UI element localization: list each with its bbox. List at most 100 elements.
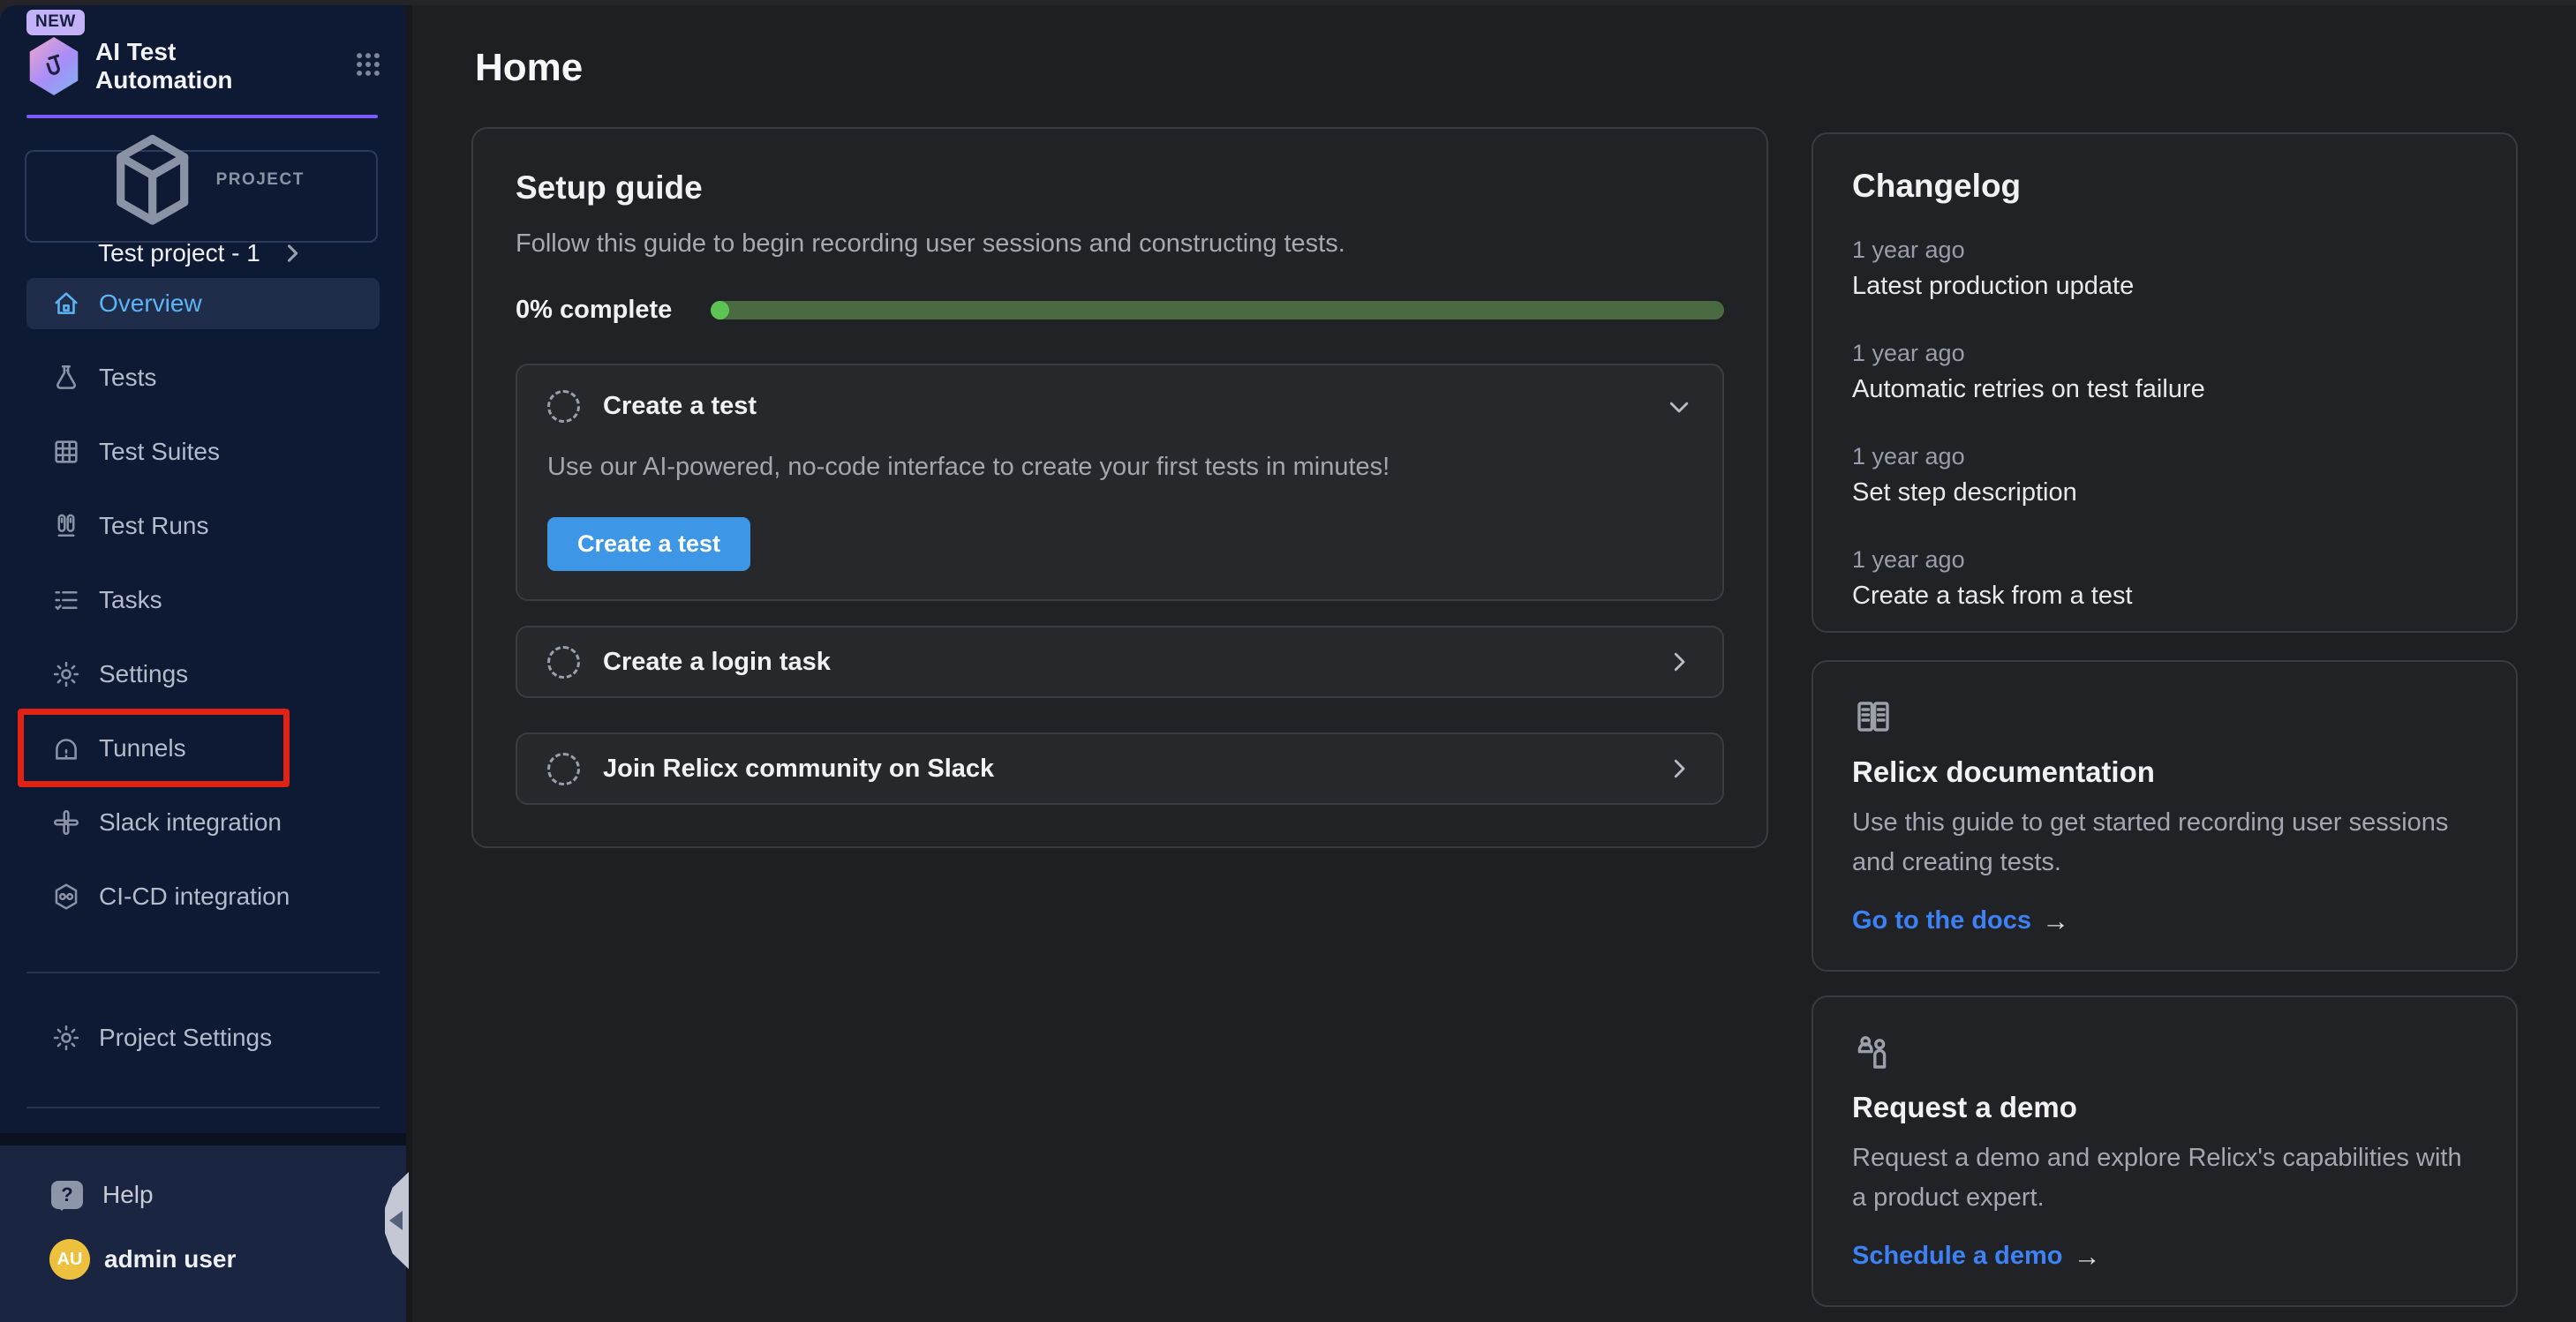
changelog-card: Changelog 1 year ago Latest production u…: [1811, 132, 2518, 633]
progress-bar: [711, 301, 1724, 319]
app-logo-icon: [26, 37, 81, 95]
sidebar-divider: [26, 972, 380, 973]
brand-title: AI Test Automation: [95, 38, 281, 95]
help-icon: ?: [51, 1181, 83, 1209]
demo-card-title: Request a demo: [1852, 1091, 2477, 1124]
sidebar-item-label: Test Suites: [99, 438, 220, 466]
sidebar-item-label: Project Settings: [99, 1024, 272, 1052]
task-list-icon: [51, 585, 81, 615]
setup-guide-title: Setup guide: [516, 169, 1724, 207]
create-a-test-button[interactable]: Create a test: [547, 517, 750, 571]
changelog-entry-title: Latest production update: [1852, 272, 2477, 301]
slack-icon: [51, 807, 81, 838]
setup-progress: 0% complete: [516, 296, 1724, 325]
sidebar-item-label: CI-CD integration: [99, 883, 290, 911]
changelog-entry: 1 year ago Create a task from a test: [1852, 546, 2477, 611]
sidebar-item-cicd-integration[interactable]: CI-CD integration: [26, 871, 380, 922]
sidebar-item-test-runs[interactable]: Test Runs: [26, 500, 380, 552]
sidebar-bottom-panel: ? Help AU admin user: [0, 1133, 406, 1322]
step-description: Use our AI-powered, no-code interface to…: [547, 453, 1692, 482]
avatar: AU: [49, 1239, 90, 1280]
cicd-hexagon-icon: [51, 882, 81, 912]
changelog-entry: 1 year ago Automatic retries on test fai…: [1852, 340, 2477, 404]
sidebar: NEW AI Test Automation: [0, 5, 406, 1322]
changelog-time: 1 year ago: [1852, 546, 2477, 574]
gear-icon: [51, 1023, 81, 1053]
gear-icon: [51, 659, 81, 689]
incomplete-step-icon: [547, 390, 580, 423]
sidebar-item-label: Tasks: [99, 586, 162, 614]
sidebar-nav: Overview Tests Test Suites Test Runs Tas…: [0, 278, 406, 922]
chevron-right-icon: [1666, 755, 1692, 782]
chevron-right-icon: [1666, 649, 1692, 675]
help-button[interactable]: ? Help: [0, 1181, 406, 1209]
setup-step-create-login-task[interactable]: Create a login task: [516, 626, 1724, 698]
setup-step-create-a-test: Create a test Use our AI-powered, no-cod…: [516, 364, 1724, 601]
sidebar-item-project-settings[interactable]: Project Settings: [26, 1012, 380, 1063]
user-name: admin user: [104, 1245, 236, 1273]
home-icon: [51, 289, 81, 319]
changelog-entry: 1 year ago Set step description: [1852, 443, 2477, 507]
accent-divider: [26, 115, 378, 118]
progress-knob: [711, 301, 729, 319]
changelog-time: 1 year ago: [1852, 237, 2477, 264]
step-title: Create a login task: [603, 648, 831, 677]
sidebar-divider: [26, 1107, 380, 1108]
sidebar-item-test-suites[interactable]: Test Suites: [26, 426, 380, 477]
new-badge: NEW: [26, 10, 85, 35]
step-header[interactable]: Create a test: [547, 390, 1692, 423]
setup-guide-card: Setup guide Follow this guide to begin r…: [471, 127, 1768, 848]
link-label: Go to the docs: [1852, 906, 2031, 935]
changelog-entry-title: Set step description: [1852, 478, 2477, 507]
schedule-demo-link[interactable]: Schedule a demo →: [1852, 1241, 2477, 1273]
cube-icon: [98, 125, 207, 234]
sidebar-item-settings[interactable]: Settings: [26, 649, 380, 700]
step-title: Create a test: [603, 392, 757, 421]
changelog-title: Changelog: [1852, 168, 2477, 205]
documentation-card: Relicx documentation Use this guide to g…: [1811, 660, 2518, 972]
arrow-right-icon: →: [2074, 1241, 2101, 1273]
demo-card-description: Request a demo and explore Relicx's capa…: [1852, 1138, 2477, 1218]
arrow-right-icon: →: [2042, 905, 2069, 937]
brand-row: AI Test Automation: [0, 37, 406, 95]
changelog-time: 1 year ago: [1852, 443, 2477, 470]
changelog-entry-title: Create a task from a test: [1852, 582, 2477, 611]
docs-card-title: Relicx documentation: [1852, 755, 2477, 789]
sidebar-item-tasks[interactable]: Tasks: [26, 575, 380, 626]
progress-label: 0% complete: [516, 296, 672, 325]
changelog-list: 1 year ago Latest production update 1 ye…: [1852, 237, 2477, 611]
sidebar-item-tunnels[interactable]: Tunnels: [26, 723, 380, 774]
apps-grid-icon[interactable]: [353, 49, 383, 84]
app-window: NEW AI Test Automation: [0, 5, 2576, 1322]
tunnel-icon: [51, 733, 81, 763]
help-label: Help: [102, 1181, 154, 1209]
project-selector[interactable]: PROJECT Test project - 1: [25, 150, 378, 243]
setup-guide-description: Follow this guide to begin recording use…: [516, 229, 1724, 259]
link-label: Schedule a demo: [1852, 1242, 2063, 1271]
project-label: PROJECT: [216, 170, 305, 190]
sidebar-item-tests[interactable]: Tests: [26, 352, 380, 403]
chevron-down-icon: [1666, 394, 1692, 420]
two-people-icon: [1852, 1031, 1894, 1073]
sidebar-item-slack-integration[interactable]: Slack integration: [26, 797, 380, 848]
request-demo-card: Request a demo Request a demo and explor…: [1811, 995, 2518, 1307]
sidebar-item-overview[interactable]: Overview: [26, 278, 380, 329]
page-title: Home: [475, 46, 583, 90]
user-menu[interactable]: AU admin user: [0, 1239, 406, 1280]
sidebar-item-label: Overview: [99, 289, 202, 318]
open-book-icon: [1852, 695, 1894, 738]
incomplete-step-icon: [547, 646, 580, 679]
flask-icon: [51, 363, 81, 393]
project-name: Test project - 1: [98, 239, 260, 267]
grid-icon: [51, 437, 81, 467]
sidebar-item-label: Test Runs: [99, 512, 209, 540]
changelog-entry-title: Automatic retries on test failure: [1852, 375, 2477, 404]
go-to-docs-link[interactable]: Go to the docs →: [1852, 905, 2477, 937]
step-title: Join Relicx community on Slack: [603, 755, 994, 784]
main-content: Home Setup guide Follow this guide to be…: [406, 5, 2576, 1322]
test-runs-icon: [51, 511, 81, 541]
sidebar-item-label: Tunnels: [99, 734, 186, 762]
setup-step-join-slack[interactable]: Join Relicx community on Slack: [516, 732, 1724, 805]
changelog-time: 1 year ago: [1852, 340, 2477, 367]
chevron-right-icon: [280, 241, 305, 266]
